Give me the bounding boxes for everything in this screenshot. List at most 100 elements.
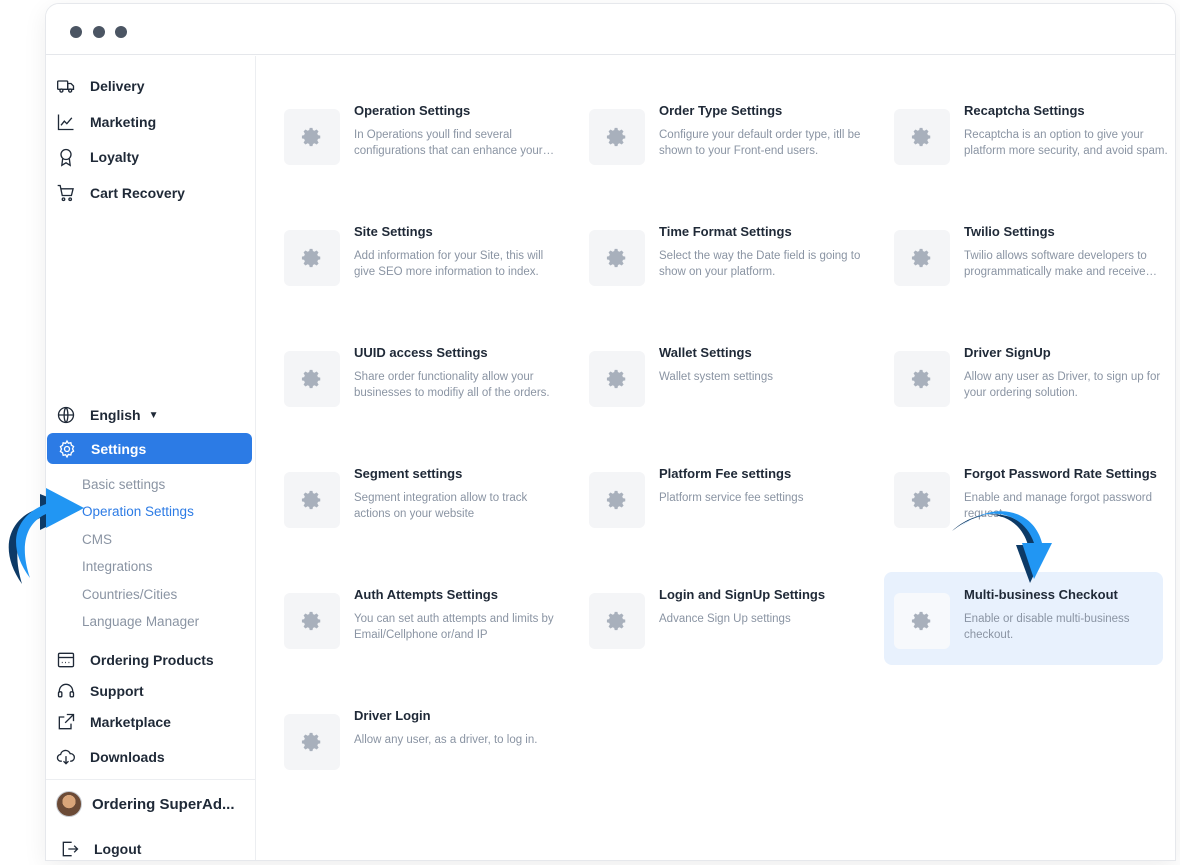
settings-card-platform-fee[interactable]: Platform Fee settings Platform service f… — [589, 466, 867, 562]
gear-icon — [894, 472, 950, 528]
cloud-download-icon — [56, 747, 76, 767]
sidebar-item-support[interactable]: Support — [56, 676, 144, 706]
card-description: Configure your default order type, itll … — [659, 129, 861, 157]
card-title: UUID access Settings — [354, 345, 488, 360]
card-title: Auth Attempts Settings — [354, 587, 498, 602]
sidebar-item-label: Marketing — [90, 114, 157, 130]
gear-icon — [894, 593, 950, 649]
sidebar-item-label: Cart Recovery — [90, 185, 185, 201]
window-titlebar — [46, 4, 1175, 55]
logout-label: Logout — [94, 841, 142, 857]
submenu-language-manager[interactable]: Language Manager — [82, 614, 199, 629]
pointer-arrow-icon — [952, 511, 1052, 583]
card-description: Platform service fee settings — [659, 492, 804, 504]
settings-card-twilio[interactable]: Twilio Settings Twilio allows software d… — [894, 224, 1172, 320]
window-dot-icon[interactable] — [115, 26, 127, 38]
sidebar-item-settings[interactable]: Settings — [47, 433, 252, 464]
user-name: Ordering SuperAd... — [92, 795, 235, 813]
external-link-icon — [56, 712, 76, 732]
card-description: Twilio allows software developers to pro… — [964, 250, 1147, 278]
truck-icon — [56, 76, 76, 96]
card-description: Allow any user, as a driver, to log in. — [354, 734, 538, 746]
settings-card-wallet[interactable]: Wallet Settings Wallet system settings — [589, 345, 867, 441]
app-window: Delivery Marketing Loyalty Cart Recovery — [45, 3, 1176, 861]
gear-icon — [589, 230, 645, 286]
card-description: Add information for your Site, this will… — [354, 250, 544, 278]
settings-card-auth-attempts[interactable]: Auth Attempts Settings You can set auth … — [284, 587, 562, 683]
sidebar-item-label: Marketplace — [90, 714, 171, 730]
sidebar-item-label: Settings — [91, 440, 147, 457]
sidebar-item-marketplace[interactable]: Marketplace — [56, 707, 171, 737]
sidebar-item-delivery[interactable]: Delivery — [56, 71, 144, 101]
card-description: In Operations youll find several configu… — [354, 129, 543, 157]
language-label: English — [90, 407, 141, 423]
sidebar-item-label: Downloads — [90, 749, 165, 765]
submenu-operation-settings[interactable]: Operation Settings — [82, 504, 194, 519]
browser-icon — [56, 650, 76, 670]
card-description: Segment integration allow to track actio… — [354, 492, 528, 520]
settings-card-site[interactable]: Site Settings Add information for your S… — [284, 224, 562, 320]
gear-icon — [284, 230, 340, 286]
card-description: Enable or disable multi-business checkou… — [964, 613, 1130, 641]
sidebar: Delivery Marketing Loyalty Cart Recovery — [46, 56, 256, 860]
gear-icon — [894, 351, 950, 407]
gear-icon — [589, 472, 645, 528]
headset-icon — [56, 681, 76, 701]
cart-icon — [56, 183, 76, 203]
gear-icon — [589, 351, 645, 407]
sidebar-item-label: Delivery — [90, 78, 145, 94]
settings-card-login-signup[interactable]: Login and SignUp Settings Advance Sign U… — [589, 587, 867, 683]
card-title: Time Format Settings — [659, 224, 792, 239]
card-description: Recaptcha is an option to give your plat… — [964, 129, 1168, 157]
user-profile[interactable]: Ordering SuperAd... — [56, 789, 235, 819]
card-title: Twilio Settings — [964, 224, 1055, 239]
gear-icon — [57, 439, 77, 459]
gear-icon — [589, 593, 645, 649]
sidebar-item-label: Loyalty — [90, 149, 140, 165]
settings-card-uuid-access[interactable]: UUID access Settings Share order functio… — [284, 345, 562, 441]
settings-card-time-format[interactable]: Time Format Settings Select the way the … — [589, 224, 867, 320]
settings-card-driver-login[interactable]: Driver Login Allow any user, as a driver… — [284, 708, 562, 804]
gear-icon — [894, 230, 950, 286]
card-title: Platform Fee settings — [659, 466, 792, 481]
card-description: You can set auth attempts and limits by … — [354, 613, 554, 641]
sidebar-item-downloads[interactable]: Downloads — [56, 742, 165, 772]
language-selector[interactable]: English ▼ — [56, 400, 158, 430]
card-title: Site Settings — [354, 224, 433, 239]
sidebar-item-loyalty[interactable]: Loyalty — [56, 142, 139, 172]
card-description: Share order functionality allow your bus… — [354, 371, 550, 399]
sidebar-item-label: Support — [90, 683, 144, 699]
sidebar-item-cart-recovery[interactable]: Cart Recovery — [56, 178, 185, 208]
card-title: Login and SignUp Settings — [659, 587, 826, 602]
logout-button[interactable]: Logout — [60, 834, 142, 860]
card-title: Order Type Settings — [659, 103, 783, 118]
settings-card-operation[interactable]: Operation Settings In Operations youll f… — [284, 103, 562, 199]
card-description: Wallet system settings — [659, 371, 773, 383]
gear-icon — [284, 593, 340, 649]
submenu-countries-cities[interactable]: Countries/Cities — [82, 587, 177, 602]
window-dot-icon[interactable] — [70, 26, 82, 38]
submenu-basic-settings[interactable]: Basic settings — [82, 477, 165, 492]
card-title: Recaptcha Settings — [964, 103, 1085, 118]
settings-card-driver-signup[interactable]: Driver SignUp Allow any user as Driver, … — [894, 345, 1172, 441]
gear-icon — [894, 109, 950, 165]
chart-line-icon — [56, 112, 76, 132]
sidebar-item-marketing[interactable]: Marketing — [56, 107, 156, 137]
award-icon — [56, 147, 76, 167]
card-description: Allow any user as Driver, to sign up for… — [964, 371, 1161, 399]
window-dot-icon[interactable] — [93, 26, 105, 38]
gear-icon — [589, 109, 645, 165]
sidebar-item-label: Ordering Products — [90, 652, 214, 668]
sidebar-item-ordering-products[interactable]: Ordering Products — [56, 645, 214, 675]
settings-card-recaptcha[interactable]: Recaptcha Settings Recaptcha is an optio… — [894, 103, 1172, 199]
settings-card-segment[interactable]: Segment settings Segment integration all… — [284, 466, 562, 562]
settings-card-order-type[interactable]: Order Type Settings Configure your defau… — [589, 103, 867, 199]
card-title: Wallet Settings — [659, 345, 752, 360]
card-description: Select the way the Date field is going t… — [659, 250, 861, 278]
card-title: Driver SignUp — [964, 345, 1051, 360]
card-title: Operation Settings — [354, 103, 471, 118]
settings-grid: Operation Settings In Operations youll f… — [257, 56, 1175, 860]
avatar — [56, 791, 82, 817]
submenu-integrations[interactable]: Integrations — [82, 559, 153, 574]
card-title: Segment settings — [354, 466, 463, 481]
